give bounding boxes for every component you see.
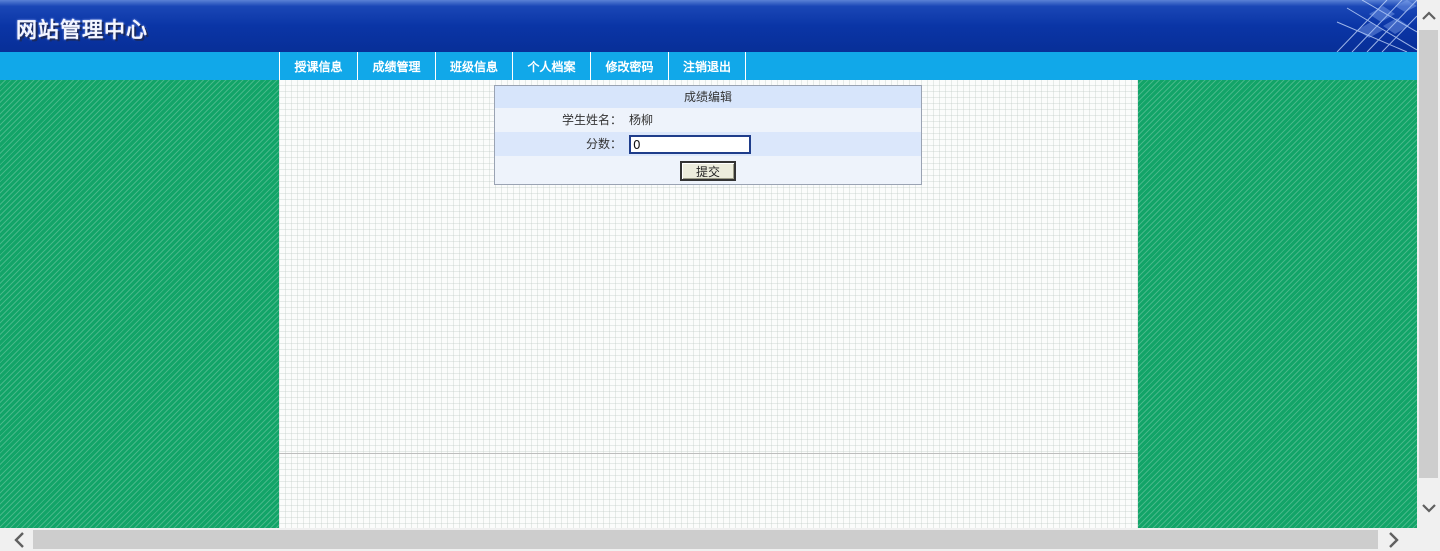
nav-item-label: 注销退出 xyxy=(682,59,731,74)
student-name-label: 学生姓名： xyxy=(561,113,622,127)
vertical-scrollbar[interactable] xyxy=(1417,0,1440,528)
scrollbar-corner xyxy=(1417,528,1440,551)
scroll-down-button[interactable] xyxy=(1417,496,1440,520)
content-divider xyxy=(279,453,1138,454)
nav-item-logout[interactable]: 注销退出 xyxy=(668,52,746,80)
site-header: 网站管理中心 xyxy=(0,0,1417,52)
submit-button[interactable]: 提交 xyxy=(680,161,736,181)
nav-item-personal-profile[interactable]: 个人档案 xyxy=(512,52,590,80)
chevron-down-icon xyxy=(1421,504,1436,513)
student-name-value: 杨柳 xyxy=(629,113,654,127)
nav-item-label: 修改密码 xyxy=(605,59,654,74)
nav-item-change-password[interactable]: 修改密码 xyxy=(590,52,668,80)
nav-item-label: 班级信息 xyxy=(449,59,498,74)
grade-edit-form: 成绩编辑 学生姓名： 杨柳 分数： 提交 xyxy=(494,85,922,185)
chevron-right-icon xyxy=(1389,531,1399,548)
form-caption: 成绩编辑 xyxy=(495,86,921,108)
chevron-up-icon xyxy=(1421,11,1436,20)
chevron-left-icon xyxy=(14,531,24,548)
score-input[interactable] xyxy=(629,135,751,154)
header-decoration-icon xyxy=(1336,0,1417,52)
student-name-row: 学生姓名： 杨柳 xyxy=(495,108,921,132)
nav-item-label: 个人档案 xyxy=(527,59,576,74)
scroll-left-button[interactable] xyxy=(4,528,34,551)
score-row: 分数： xyxy=(495,132,921,156)
scroll-right-button[interactable] xyxy=(1379,528,1409,551)
nav-item-grade-management[interactable]: 成绩管理 xyxy=(357,52,435,80)
main-nav: 授课信息 成绩管理 班级信息 个人档案 修改密码 注销退出 xyxy=(279,52,746,80)
nav-item-label: 授课信息 xyxy=(294,59,343,74)
page-viewport: 网站管理中心 授课信息 成绩管理 班级信息 个人档案 修改密码 注销退出 成绩编… xyxy=(0,0,1417,528)
main-content: 成绩编辑 学生姓名： 杨柳 分数： 提交 xyxy=(279,80,1138,528)
nav-item-label: 成绩管理 xyxy=(372,59,421,74)
horizontal-scroll-thumb[interactable] xyxy=(33,530,1378,549)
horizontal-scrollbar[interactable] xyxy=(0,528,1417,551)
submit-row: 提交 xyxy=(495,156,921,184)
nav-bar: 授课信息 成绩管理 班级信息 个人档案 修改密码 注销退出 xyxy=(0,52,1417,80)
site-title: 网站管理中心 xyxy=(16,18,148,42)
score-label: 分数： xyxy=(585,137,622,151)
scroll-up-button[interactable] xyxy=(1417,4,1440,28)
nav-item-class-info[interactable]: 班级信息 xyxy=(435,52,512,80)
nav-item-teaching-info[interactable]: 授课信息 xyxy=(279,52,357,80)
vertical-scroll-thumb[interactable] xyxy=(1419,30,1438,478)
